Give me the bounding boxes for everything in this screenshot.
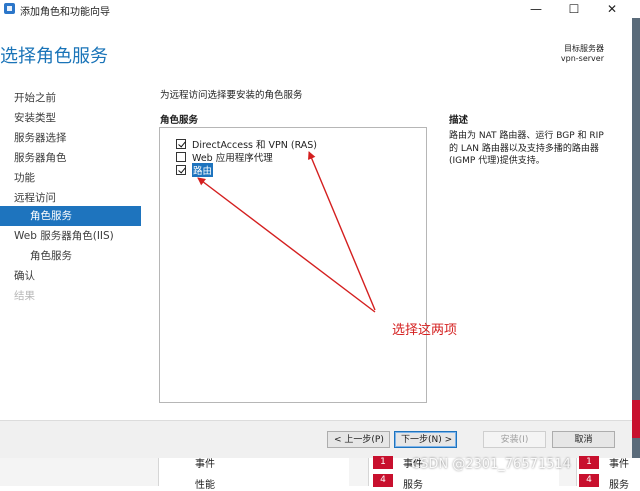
role-services-hint: 为远程访问选择要安装的角色服务 — [160, 90, 303, 101]
nav-item-web-server-role[interactable]: Web 服务器角色(IIS) — [0, 226, 141, 246]
title-bar: 添加角色和功能向导 — ☐ ✕ — [0, 0, 640, 18]
nav-item-features[interactable]: 功能 — [0, 168, 141, 188]
background-events-label-3: 事件 — [609, 459, 629, 470]
minimize-button[interactable]: — — [520, 0, 552, 18]
nav-item-confirmation[interactable]: 确认 — [0, 266, 141, 286]
window-title: 添加角色和功能向导 — [20, 7, 110, 18]
background-events-count-badge: 1 — [373, 456, 393, 469]
wizard-header: 选择角色服务 目标服务器 vpn-server — [0, 18, 632, 88]
background-performance-label: 性能 — [195, 480, 215, 491]
tree-expander — [160, 163, 176, 177]
wizard-app-icon — [4, 3, 15, 14]
routing-label: 路由 — [192, 163, 214, 177]
role-services-column-label: 角色服务 — [160, 115, 199, 126]
close-button[interactable]: ✕ — [596, 0, 628, 18]
background-services-count-badge-2: 4 — [579, 474, 599, 487]
nav-item-role-services-active[interactable]: 角色服务 — [0, 206, 141, 226]
previous-button[interactable]: < 上一步(P) — [327, 431, 390, 448]
routing-checkbox[interactable] — [176, 165, 186, 175]
csdn-watermark: CSDN @2301_76571514 — [411, 457, 571, 472]
background-events-label: 事件 — [195, 459, 215, 470]
nav-item-server-roles[interactable]: 服务器角色 — [0, 148, 141, 168]
nav-item-before-you-begin[interactable]: 开始之前 — [0, 88, 141, 108]
install-button: 安装(I) — [483, 431, 546, 448]
maximize-button[interactable]: ☐ — [558, 0, 590, 18]
tree-expander — [160, 137, 176, 151]
nav-item-server-selection[interactable]: 服务器选择 — [0, 128, 141, 148]
annotation-text: 选择这两项 — [392, 323, 458, 338]
description-label: 描述 — [449, 115, 469, 126]
background-services-label: 服务 — [403, 480, 423, 491]
tree-expander — [160, 150, 176, 164]
nav-item-iis-role-services[interactable]: 角色服务 — [0, 246, 141, 266]
role-services-list: DirectAccess 和 VPN (RAS) Web 应用程序代理 路由 — [159, 127, 427, 403]
wizard-nav: 开始之前 安装类型 服务器选择 服务器角色 功能 远程访问 角色服务 Web 服… — [0, 88, 142, 388]
cancel-button[interactable]: 取消 — [552, 431, 615, 448]
target-server-label: 目标服务器 — [564, 44, 604, 53]
directaccess-vpn-checkbox[interactable] — [176, 139, 186, 149]
nav-item-remote-access[interactable]: 远程访问 — [0, 188, 141, 208]
background-tile-left: 事件 性能 — [158, 458, 349, 491]
background-tile-right: 1 事件 4 服务 — [576, 456, 640, 491]
background-window-edge — [632, 18, 640, 458]
directaccess-vpn-label: DirectAccess 和 VPN (RAS) — [192, 140, 318, 151]
role-row-routing[interactable]: 路由 — [160, 163, 214, 177]
background-services-count-badge: 4 — [373, 474, 393, 487]
role-row-web-app-proxy[interactable]: Web 应用程序代理 — [160, 150, 273, 164]
background-events-count-badge-2: 1 — [579, 456, 599, 469]
next-button[interactable]: 下一步(N) > — [394, 431, 457, 448]
nav-item-installation-type[interactable]: 安装类型 — [0, 108, 141, 128]
role-row-directaccess-vpn[interactable]: DirectAccess 和 VPN (RAS) — [160, 137, 317, 151]
web-app-proxy-label: Web 应用程序代理 — [192, 153, 273, 164]
page-title: 选择角色服务 — [0, 46, 108, 67]
background-red-tile — [632, 400, 640, 438]
background-services-label-2: 服务 — [609, 480, 629, 491]
nav-item-results: 结果 — [14, 290, 35, 302]
target-server-name: vpn-server — [560, 54, 604, 63]
description-text: 路由为 NAT 路由器、运行 BGP 和 RIP 的 LAN 路由器以及支持多播… — [449, 131, 604, 166]
web-app-proxy-checkbox[interactable] — [176, 152, 186, 162]
